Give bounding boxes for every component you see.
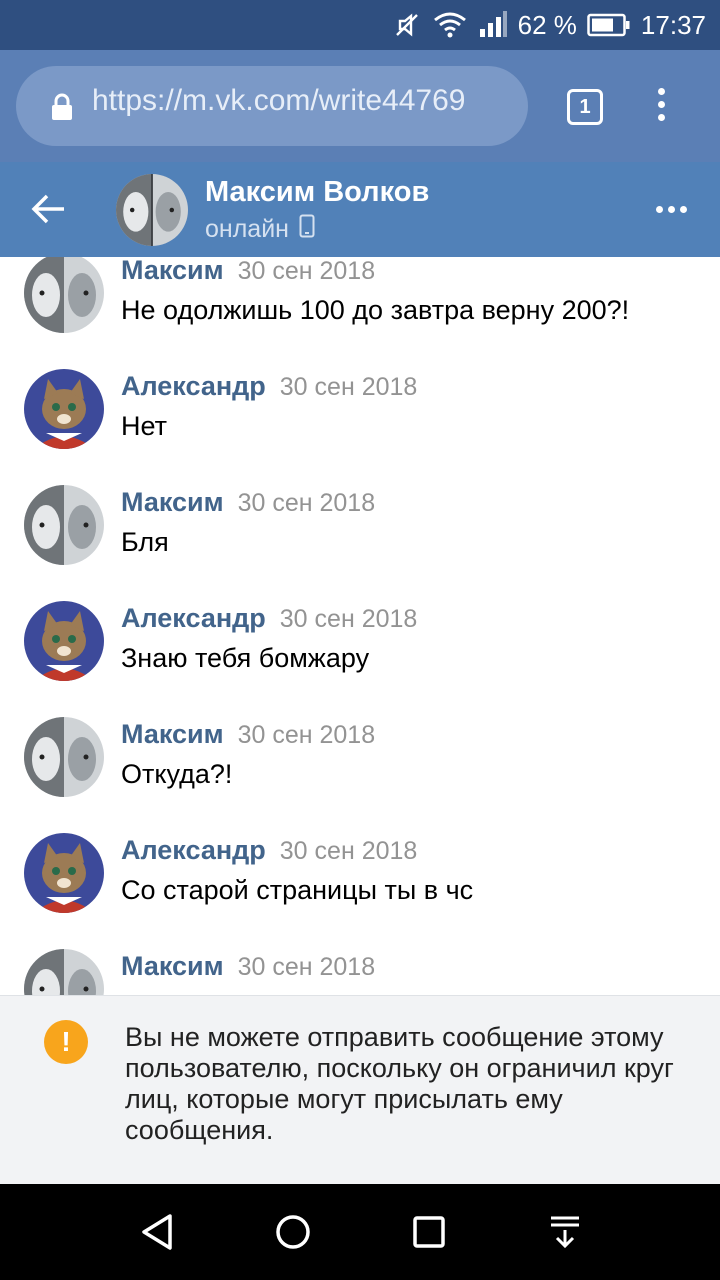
- message-text: Не одолжишь 100 до завтра верну 200?!: [121, 295, 630, 325]
- message-text: Со старой страницы ты в чс: [121, 875, 474, 905]
- message-date: 30 сен 2018: [237, 257, 376, 285]
- contact-name[interactable]: Максим Волков: [205, 176, 429, 209]
- mobile-icon: [299, 214, 315, 245]
- browser-toolbar: https://m.vk.com/write44769 1: [0, 50, 720, 162]
- avatar-alexander[interactable]: [24, 601, 104, 681]
- status-icons: 62 % 17:37: [392, 0, 706, 50]
- battery-icon: [587, 13, 631, 37]
- tabs-button[interactable]: 1: [567, 89, 603, 125]
- notice-text: Вы не можете отправить сообщение этому п…: [125, 1022, 674, 1145]
- message-date: 30 сен 2018: [279, 373, 418, 401]
- message-text: Бля: [121, 527, 169, 557]
- clock: 17:37: [640, 9, 706, 40]
- contact-avatar[interactable]: [116, 174, 188, 246]
- message-date: 30 сен 2018: [279, 837, 418, 865]
- message-item: Александр 30 сен 2018 Нет: [0, 369, 720, 483]
- home-circle-icon[interactable]: [273, 1212, 313, 1257]
- overflow-menu-icon[interactable]: [658, 88, 668, 127]
- avatar-alexander[interactable]: [24, 833, 104, 913]
- message-author[interactable]: Александр 30 сен 2018: [121, 603, 417, 634]
- message-author[interactable]: Максим 30 сен 2018: [121, 719, 375, 750]
- url-text[interactable]: https://m.vk.com/write44769: [92, 84, 522, 118]
- message-date: 30 сен 2018: [279, 605, 418, 633]
- message-item: Максим 30 сен 2018 Откуда?!: [0, 717, 720, 831]
- avatar-maxim[interactable]: [24, 257, 104, 333]
- warning-icon: !: [44, 1020, 88, 1064]
- lock-icon: [50, 92, 74, 127]
- avatar-maxim[interactable]: [24, 949, 104, 995]
- address-bar[interactable]: https://m.vk.com/write44769: [16, 66, 528, 146]
- system-nav-bar: [0, 1184, 720, 1280]
- status-bar: 62 % 17:37: [0, 0, 720, 50]
- message-author[interactable]: Александр 30 сен 2018: [121, 371, 417, 402]
- message-date: 30 сен 2018: [237, 489, 376, 517]
- avatar-alexander[interactable]: [24, 369, 104, 449]
- back-triangle-icon[interactable]: [138, 1212, 178, 1257]
- online-status: онлайн: [205, 214, 315, 245]
- avatar-maxim[interactable]: [24, 717, 104, 797]
- message-text: Знаю тебя бомжару: [121, 643, 370, 673]
- mute-icon: [392, 10, 422, 40]
- notification-pull-icon[interactable]: [545, 1212, 585, 1257]
- cannot-send-notice: ! Вы не можете отправить сообщение этому…: [0, 995, 720, 1185]
- message-text: Нет: [121, 411, 167, 441]
- chat-header: Максим Волков онлайн: [0, 162, 720, 257]
- more-icon[interactable]: [656, 206, 687, 213]
- battery-percent: 62 %: [517, 9, 577, 40]
- wifi-icon: [432, 10, 468, 40]
- message-author[interactable]: Максим 30 сен 2018: [121, 951, 375, 982]
- message-date: 30 сен 2018: [237, 721, 376, 749]
- message-list[interactable]: Максим 30 сен 2018 Не одолжишь 100 до зав…: [0, 257, 720, 995]
- message-author[interactable]: Максим 30 сен 2018: [121, 257, 375, 286]
- message-item: Максим 30 сен 2018 Бля: [0, 485, 720, 599]
- message-date: 30 сен 2018: [237, 953, 376, 981]
- signal-icon: [478, 11, 508, 39]
- message-author[interactable]: Максим 30 сен 2018: [121, 487, 375, 518]
- online-status-text: онлайн: [205, 215, 289, 243]
- avatar-maxim[interactable]: [24, 485, 104, 565]
- message-text: Откуда?!: [121, 759, 233, 789]
- message-author[interactable]: Александр 30 сен 2018: [121, 835, 417, 866]
- message-item: Александр 30 сен 2018 Знаю тебя бомжару: [0, 601, 720, 715]
- recents-square-icon[interactable]: [409, 1212, 449, 1257]
- message-item: Максим 30 сен 2018: [0, 949, 720, 995]
- message-item: Александр 30 сен 2018 Со старой страницы …: [0, 833, 720, 947]
- back-arrow-icon[interactable]: [30, 190, 68, 233]
- message-item: Максим 30 сен 2018 Не одолжишь 100 до зав…: [0, 257, 720, 367]
